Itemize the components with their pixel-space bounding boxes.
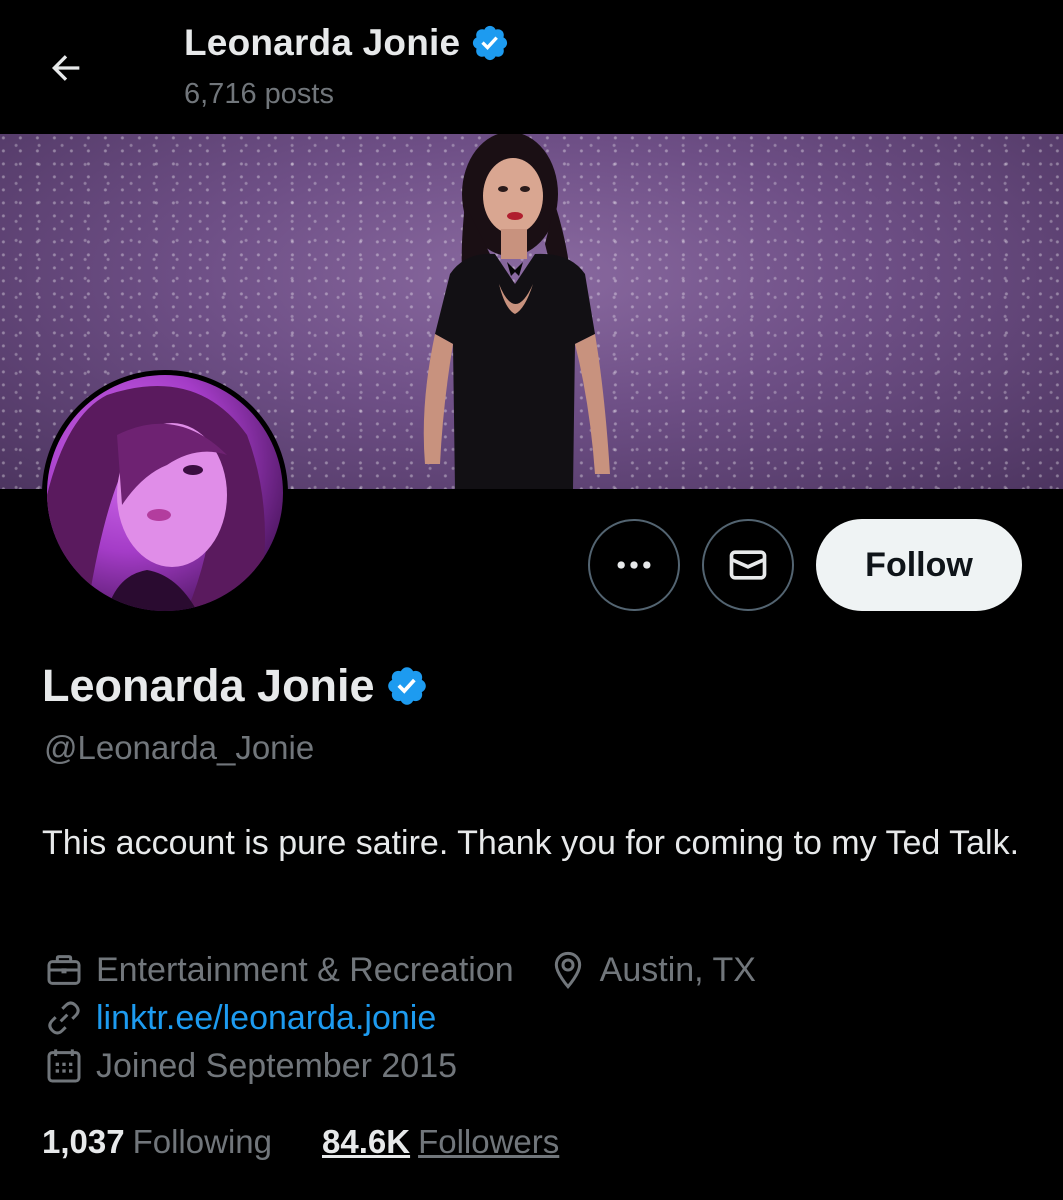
follow-stats: 1,037 Following 84.6K Followers [42,1123,559,1161]
top-bar: Leonarda Jonie 6,716 posts [0,0,1063,134]
profile-handle: @Leonarda_Jonie [44,729,315,766]
profile-category: Entertainment & Recreation [96,950,514,989]
profile-location: Austin, TX [599,950,756,989]
banner-person-image [423,134,610,489]
link-icon [48,1001,80,1035]
header-name: Leonarda Jonie [184,22,461,63]
profile-website-link[interactable]: linktr.ee/leonarda.jonie [96,999,436,1038]
following-link[interactable]: 1,037 Following [42,1123,272,1161]
verified-badge-icon [473,25,508,61]
followers-label: Followers [418,1123,560,1160]
profile-name: Leonarda Jonie [42,660,375,711]
location-pin-icon [554,951,581,989]
more-horizontal-icon [617,561,651,569]
followers-link[interactable]: 84.6K Followers [322,1123,559,1161]
follow-button[interactable]: Follow [816,519,1022,611]
header-titles: Leonarda Jonie 6,716 posts [184,22,510,111]
avatar[interactable] [42,370,288,616]
profile-location-group: Austin, TX [548,950,756,990]
profile-joined-row: Joined September 2015 [44,1046,457,1086]
back-button[interactable] [30,32,102,104]
profile-bio: This account is pure satire. Thank you f… [42,824,1020,862]
profile-name-row: Leonarda Jonie [42,660,429,712]
more-button[interactable] [588,519,680,611]
profile-link-row: linktr.ee/leonarda.jonie [44,998,436,1038]
envelope-icon [729,550,767,580]
profile-joined-date: Joined September 2015 [96,1046,458,1085]
followers-count: 84.6K [322,1123,411,1160]
profile-screen: Leonarda Jonie 6,716 posts Follow Leonar… [0,0,1063,1200]
arrow-left-icon [52,55,80,81]
message-button[interactable] [702,519,794,611]
verified-badge-icon[interactable] [385,664,429,708]
avatar-image [47,375,283,611]
briefcase-icon [47,955,81,985]
post-count: 6,716 posts [184,78,334,110]
profile-meta-row: Entertainment & Recreation Austin, TX [44,950,756,990]
following-label: Following [132,1123,272,1160]
calendar-icon [47,1049,81,1083]
following-count: 1,037 [42,1123,125,1160]
header-name-row: Leonarda Jonie [184,22,510,64]
